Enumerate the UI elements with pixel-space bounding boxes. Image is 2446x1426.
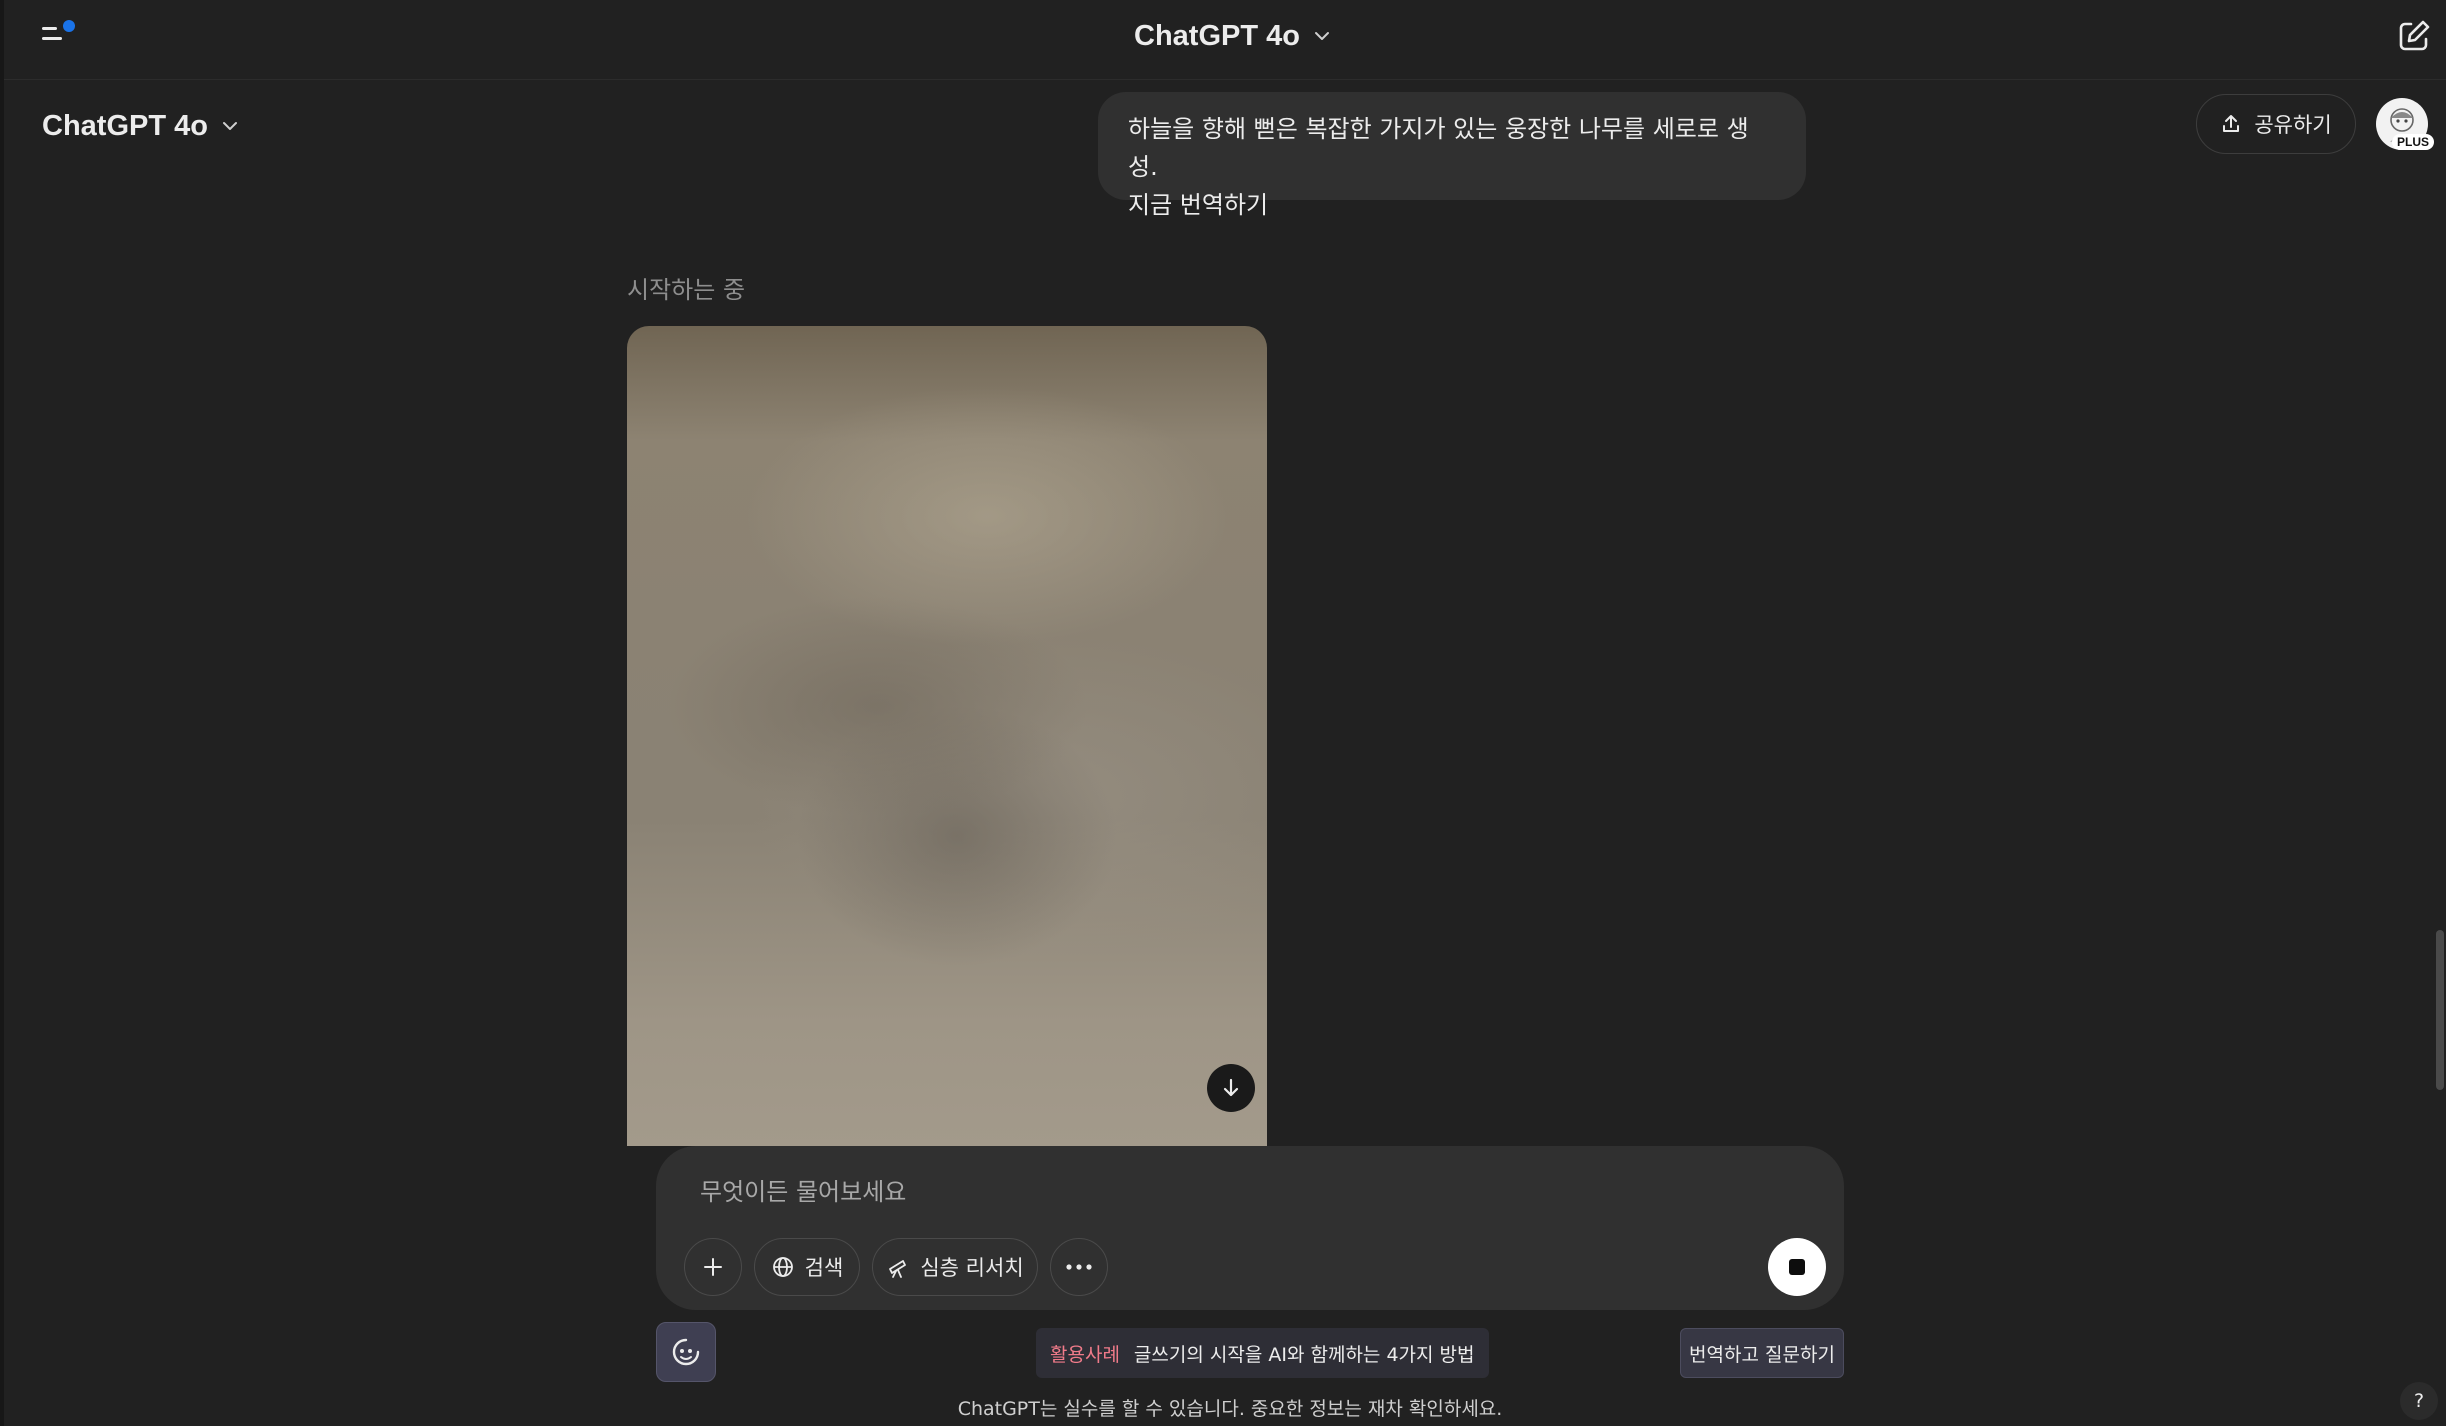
plus-badge: PLUS [2392, 134, 2435, 150]
extension-button[interactable] [656, 1322, 716, 1382]
scroll-down-button[interactable] [1207, 1064, 1255, 1112]
search-tool-button[interactable]: 검색 [754, 1238, 860, 1296]
user-message-text: 하늘을 향해 뻗은 복잡한 가지가 있는 웅장한 나무를 세로로 생성. [1128, 115, 1749, 181]
disclaimer-text: ChatGPT는 실수를 할 수 있습니다. 중요한 정보는 재차 확인하세요. [957, 1398, 1503, 1420]
top-bar: ChatGPT 4o [4, 0, 2446, 80]
model-picker[interactable]: ChatGPT 4o [42, 104, 240, 148]
sidebar-toggle-icon [42, 20, 75, 40]
scrollbar-thumb[interactable] [2436, 930, 2444, 1090]
arrow-down-icon [1223, 1078, 1239, 1097]
message-composer: 검색 심층 리서치 [656, 1146, 1844, 1310]
chevron-down-icon [1314, 32, 1329, 40]
promo-text: 글쓰기의 시작을 AI와 함께하는 4가지 방법 [1133, 1343, 1475, 1366]
translate-and-ask-button[interactable]: 번역하고 질문하기 [1680, 1328, 1844, 1378]
help-button[interactable]: ? [2400, 1382, 2438, 1420]
share-icon [2223, 115, 2240, 132]
translate-now-link[interactable]: 지금 번역하기 [1128, 186, 1776, 224]
share-button-label: 공유하기 [2254, 113, 2332, 137]
generation-status: 시작하는 중 [627, 276, 746, 304]
new-chat-button[interactable] [2394, 16, 2434, 56]
deep-research-button[interactable]: 심층 리서치 [872, 1238, 1038, 1296]
more-tools-button[interactable] [1050, 1238, 1108, 1296]
generated-image-preview [627, 326, 1267, 1146]
extension-logo-icon [672, 1338, 700, 1366]
search-tool-label: 검색 [804, 1256, 844, 1280]
plus-icon [704, 1258, 722, 1276]
promo-tag: 활용사례 [1050, 1343, 1120, 1366]
page-title: ChatGPT 4o [1134, 19, 1300, 52]
telescope-icon [889, 1260, 907, 1278]
chevron-down-icon [222, 122, 237, 130]
attach-button[interactable] [684, 1238, 742, 1296]
prompt-input[interactable] [698, 1172, 1598, 1212]
promo-banner[interactable]: 활용사례 글쓰기의 시작을 AI와 함께하는 4가지 방법 [1036, 1328, 1489, 1378]
notification-dot [63, 20, 75, 32]
stop-generating-button[interactable] [1768, 1238, 1826, 1296]
edit-icon [2399, 20, 2430, 51]
stop-icon [1789, 1259, 1805, 1275]
globe-icon [772, 1257, 793, 1277]
user-message-bubble: 하늘을 향해 뻗은 복잡한 가지가 있는 웅장한 나무를 세로로 생성. 지금 … [1098, 92, 1806, 219]
deep-research-label: 심층 리서치 [920, 1256, 1024, 1280]
window-edge [0, 0, 4, 1426]
share-button[interactable]: 공유하기 [2196, 94, 2356, 154]
more-icon [1066, 1264, 1092, 1270]
model-picker-label: ChatGPT 4o [42, 109, 208, 142]
model-selector-top[interactable]: ChatGPT 4o [1134, 14, 1332, 58]
sidebar-toggle-button[interactable] [40, 18, 80, 54]
